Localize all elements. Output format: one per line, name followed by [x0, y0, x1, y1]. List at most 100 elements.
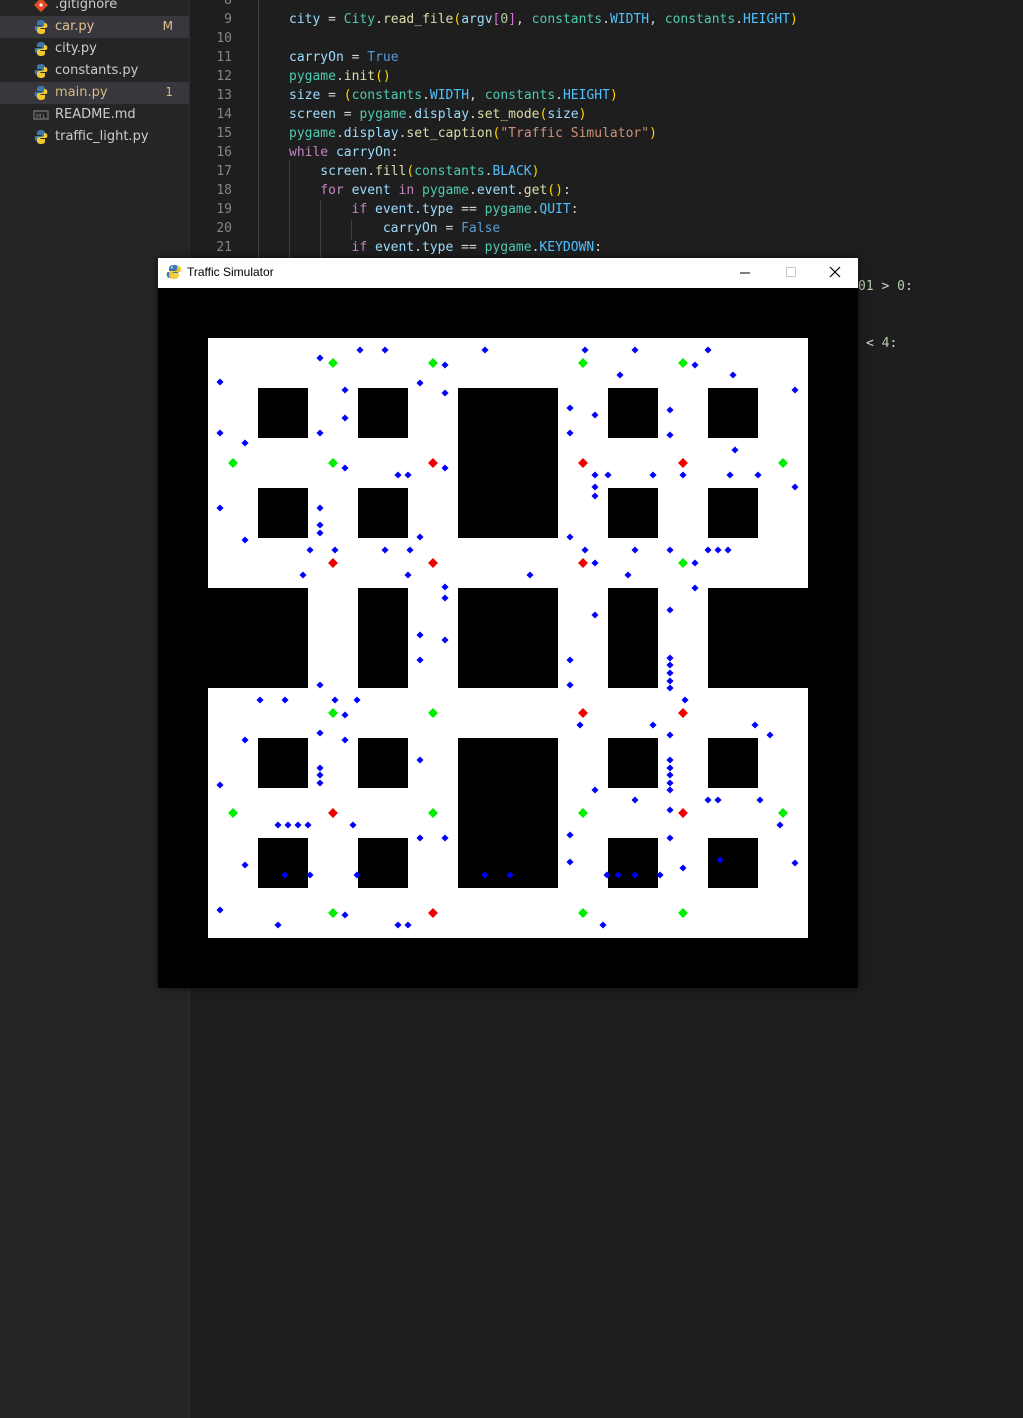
file-item-constants-py[interactable]: constants.py	[0, 60, 189, 82]
code-line[interactable]: pygame.display.set_caption("Traffic Simu…	[289, 126, 657, 141]
traffic-simulator-window[interactable]: Traffic Simulator	[158, 258, 858, 988]
building-block	[508, 438, 558, 488]
indent-guide	[351, 220, 352, 240]
code-token: type	[422, 202, 454, 217]
window-titlebar[interactable]: Traffic Simulator	[158, 258, 858, 288]
code-token: .	[515, 183, 524, 198]
code-token: (	[343, 88, 352, 103]
code-token: event	[351, 183, 391, 198]
python-icon	[33, 85, 49, 101]
code-token: pygame	[289, 69, 336, 84]
building-block	[258, 588, 308, 638]
code-token: .	[469, 183, 477, 198]
code-token: screen	[320, 164, 368, 179]
simulation-canvas[interactable]	[158, 288, 858, 988]
building-block	[508, 738, 558, 788]
line-number: 13	[216, 88, 232, 103]
code-token: constants	[351, 88, 423, 103]
code-line[interactable]: city = City.read_file(argv[0], constants…	[289, 12, 798, 27]
code-token: .	[375, 12, 383, 27]
code-token: ]	[508, 12, 517, 27]
code-line[interactable]: carryOn = True	[289, 50, 399, 65]
code-token: .	[414, 240, 422, 255]
code-token: False	[461, 221, 501, 236]
code-token: =	[320, 12, 344, 27]
file-item-main-py[interactable]: main.py 1	[0, 82, 189, 104]
code-token: :	[904, 279, 913, 294]
file-name: README.md	[55, 107, 136, 122]
code-token: :	[889, 336, 898, 351]
building-block	[708, 488, 758, 538]
line-number: 10	[216, 31, 232, 46]
building-block	[458, 838, 508, 888]
code-line[interactable]: if event.type == pygame.KEYDOWN:	[352, 240, 603, 255]
code-token: .	[469, 107, 477, 122]
building-block	[608, 488, 658, 538]
building-block	[758, 588, 808, 638]
file-item--gitignore[interactable]: .gitignore	[0, 0, 189, 16]
file-item-car-py[interactable]: car.py M	[0, 16, 189, 38]
code-token: pygame	[422, 183, 469, 198]
code-fragment: < 4:	[866, 336, 897, 351]
code-token: for	[320, 183, 344, 198]
code-token: KEYDOWN	[539, 240, 595, 255]
building-block	[458, 638, 508, 688]
building-block	[358, 588, 408, 638]
building-block	[758, 638, 808, 688]
file-item-city-py[interactable]: city.py	[0, 38, 189, 60]
code-token: HEIGHT	[562, 88, 610, 103]
building-block	[258, 738, 308, 788]
building-block	[458, 788, 508, 838]
code-token: argv	[461, 12, 493, 27]
maximize-button[interactable]	[768, 258, 814, 288]
code-token: ==	[453, 202, 485, 217]
code-line[interactable]: screen.fill(constants.BLACK)	[320, 164, 539, 179]
minimize-button[interactable]	[722, 258, 768, 288]
line-number: 12	[216, 69, 232, 84]
code-line[interactable]: while carryOn:	[289, 145, 399, 160]
line-number: 19	[216, 202, 232, 217]
building-block	[708, 738, 758, 788]
line-number: 20	[216, 221, 232, 236]
file-name: city.py	[55, 41, 97, 56]
code-token: ==	[453, 240, 485, 255]
code-line[interactable]: pygame.init()	[289, 69, 391, 84]
file-item-readme-md[interactable]: M↓ README.md	[0, 104, 189, 126]
code-line[interactable]: if event.type == pygame.QUIT:	[352, 202, 579, 217]
code-line[interactable]: for event in pygame.event.get():	[320, 183, 571, 198]
building-block	[458, 488, 508, 538]
file-item-traffic-light-py[interactable]: traffic_light.py	[0, 126, 189, 148]
code-token: WIDTH	[609, 12, 650, 27]
building-block	[708, 388, 758, 438]
code-token: HEIGHT	[743, 12, 790, 27]
close-button[interactable]	[812, 258, 858, 288]
code-token: if	[351, 240, 368, 255]
code-token: size	[289, 88, 321, 103]
building-block	[608, 738, 658, 788]
code-token: =	[343, 50, 368, 65]
line-number: 9	[224, 12, 232, 27]
code-token: True	[367, 50, 399, 65]
building-block	[608, 388, 658, 438]
building-block	[708, 638, 758, 688]
code-line[interactable]: screen = pygame.display.set_mode(size)	[289, 107, 586, 122]
close-icon	[829, 266, 841, 278]
code-line[interactable]: carryOn = False	[383, 221, 500, 236]
minimize-icon	[740, 272, 750, 274]
code-line[interactable]: size = (constants.WIDTH, constants.HEIGH…	[289, 88, 618, 103]
code-token: display	[414, 107, 470, 122]
code-token: )	[578, 107, 587, 122]
code-token: event	[375, 240, 415, 255]
code-token: set_mode	[476, 107, 540, 122]
code-token: 0	[897, 279, 905, 294]
code-token: city	[289, 12, 321, 27]
code-token: in	[398, 183, 415, 198]
code-token: carryOn	[382, 221, 438, 236]
svg-text:M↓: M↓	[36, 113, 46, 120]
code-token: .	[414, 202, 422, 217]
building-block	[258, 488, 308, 538]
code-token: =	[437, 221, 462, 236]
building-block	[508, 638, 558, 688]
python-icon	[33, 19, 49, 35]
